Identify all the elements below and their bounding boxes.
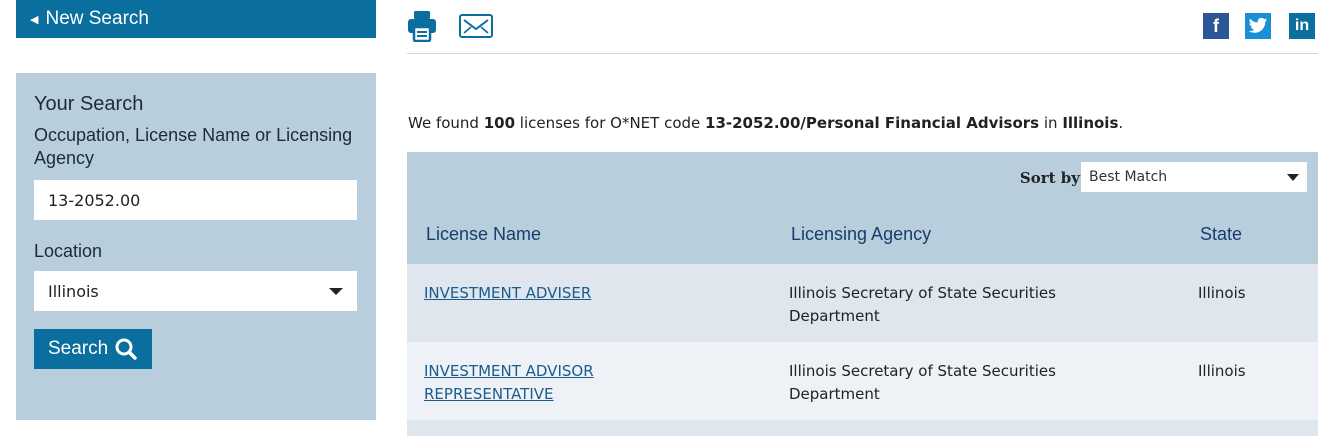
summary-middle: licenses for O*NET code <box>515 114 706 132</box>
chevron-down-icon <box>1287 173 1299 181</box>
location-label: Location <box>34 241 103 261</box>
occupation-label: Occupation, License Name or Licensing Ag… <box>34 125 353 168</box>
your-search-title: Your Search <box>34 93 144 115</box>
toolbar: f in <box>407 0 1318 54</box>
summary-suffix: . <box>1118 114 1124 132</box>
email-icon[interactable] <box>459 14 493 38</box>
your-search-panel: Your Search Occupation, License Name or … <box>16 73 376 420</box>
summary-prefix: We found <box>408 114 484 132</box>
location-select[interactable]: Illinois <box>34 271 357 311</box>
location-value: Illinois <box>48 281 99 301</box>
twitter-bird-icon <box>1248 17 1268 33</box>
summary-in: in <box>1039 114 1063 132</box>
linkedin-icon[interactable]: in <box>1289 13 1315 39</box>
summary-code: 13-2052.00/Personal Financial Advisors <box>705 114 1040 132</box>
sort-value: Best Match <box>1089 169 1168 185</box>
table-row: INVESTMENT ADVISER Illinois Secretary of… <box>407 264 1318 342</box>
license-name-link[interactable]: INVESTMENT ADVISOR REPRESENTATIVE <box>424 360 644 406</box>
table-row: INVESTMENT ADVISOR REPRESENTATIVE Illino… <box>407 342 1318 420</box>
column-header-license-name[interactable]: License Name <box>426 224 541 245</box>
print-icon[interactable] <box>407 10 437 42</box>
chevron-down-icon <box>329 287 343 295</box>
new-search-button[interactable]: ◀ New Search <box>16 0 376 38</box>
occupation-input[interactable]: 13-2052.00 <box>34 180 357 220</box>
sort-label: Sort by <box>1019 169 1080 187</box>
column-header-licensing-agency[interactable]: Licensing Agency <box>791 224 931 245</box>
occupation-value: 13-2052.00 <box>48 190 141 210</box>
license-state: Illinois <box>1198 362 1246 380</box>
twitter-icon[interactable] <box>1245 13 1271 39</box>
license-state: Illinois <box>1198 284 1246 302</box>
caret-left-icon: ◀ <box>30 13 39 26</box>
linkedin-glyph: in <box>1294 17 1310 34</box>
licensing-agency: Illinois Secretary of State Securities D… <box>789 284 1056 325</box>
sort-select[interactable]: Best Match <box>1081 162 1307 192</box>
results-table: Sort by Best Match License Name Licensin… <box>407 152 1318 436</box>
column-header-state[interactable]: State <box>1200 224 1242 245</box>
results-summary: We found 100 licenses for O*NET code 13-… <box>408 114 1123 132</box>
search-button[interactable]: Search <box>34 329 153 369</box>
facebook-glyph: f <box>1213 15 1219 36</box>
search-icon <box>115 338 137 360</box>
summary-count: 100 <box>483 114 516 132</box>
licensing-agency: Illinois Secretary of State Securities D… <box>789 362 1056 403</box>
results-header: Sort by Best Match License Name Licensin… <box>407 152 1318 264</box>
summary-state: Illinois <box>1062 114 1119 132</box>
search-button-label: Search <box>48 338 109 359</box>
license-name-link[interactable]: INVESTMENT ADVISER <box>424 282 724 305</box>
new-search-label: New Search <box>45 8 149 29</box>
table-row <box>407 420 1318 436</box>
facebook-icon[interactable]: f <box>1203 13 1229 39</box>
